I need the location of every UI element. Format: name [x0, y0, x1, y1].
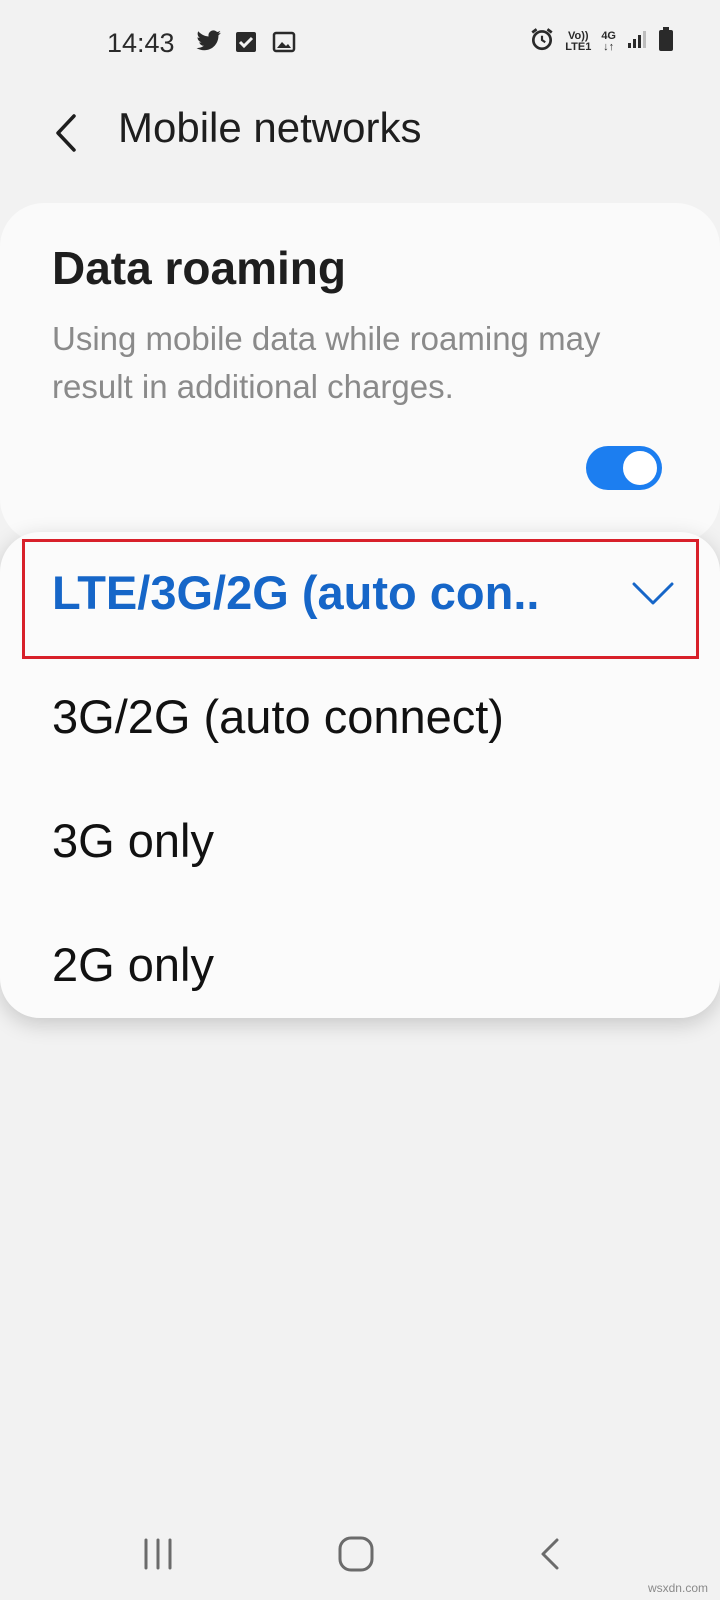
data-roaming-toggle[interactable]: [586, 446, 662, 490]
data-roaming-card: Data roaming Using mobile data while roa…: [0, 203, 720, 543]
status-bar: 14:43 Vo)) LTE1 4G ↓↑: [0, 0, 720, 90]
option-3g-2g[interactable]: 3G/2G (auto connect): [0, 656, 720, 780]
home-button[interactable]: [334, 1532, 378, 1576]
gallery-icon: [272, 30, 298, 56]
check-box-icon: [234, 30, 260, 56]
option-label: 3G only: [52, 814, 214, 867]
chevron-left-icon: [56, 114, 76, 152]
option-3g-only[interactable]: 3G only: [0, 780, 720, 904]
status-system-icons: Vo)) LTE1 4G ↓↑: [529, 26, 674, 57]
page-title: Mobile networks: [118, 104, 422, 151]
status-notification-icons: [196, 30, 298, 56]
app-header: Mobile networks: [0, 90, 720, 180]
nav-back-button[interactable]: [530, 1532, 574, 1576]
twitter-icon: [196, 30, 222, 56]
battery-icon: [658, 26, 674, 57]
data-roaming-title: Data roaming: [52, 242, 346, 294]
recent-apps-button[interactable]: [136, 1532, 180, 1576]
watermark: wsxdn.com: [647, 1581, 708, 1595]
option-lte-3g-2g[interactable]: LTE/3G/2G (auto con..: [0, 532, 720, 659]
volte-indicator: Vo)) LTE1: [565, 29, 592, 53]
home-icon: [338, 1536, 374, 1572]
network-type-indicator: 4G ↓↑: [601, 29, 616, 53]
recent-apps-icon: [144, 1538, 172, 1570]
navigation-bar: [0, 1500, 720, 1600]
back-button[interactable]: [48, 108, 88, 158]
option-label: 2G only: [52, 938, 214, 991]
highlight-box: [22, 539, 699, 659]
data-roaming-description: Using mobile data while roaming may resu…: [52, 320, 601, 405]
status-time: 14:43: [107, 28, 175, 58]
back-icon: [541, 1538, 559, 1570]
option-label: 3G/2G (auto connect): [52, 690, 504, 743]
signal-icon: [626, 28, 648, 55]
option-2g-only[interactable]: 2G only: [0, 904, 720, 1028]
alarm-icon: [529, 26, 555, 57]
data-activity-arrows: ↓↑: [603, 40, 615, 53]
toggle-knob: [621, 449, 659, 487]
network-mode-popup: LTE/3G/2G (auto con.. 3G/2G (auto connec…: [0, 532, 720, 1018]
